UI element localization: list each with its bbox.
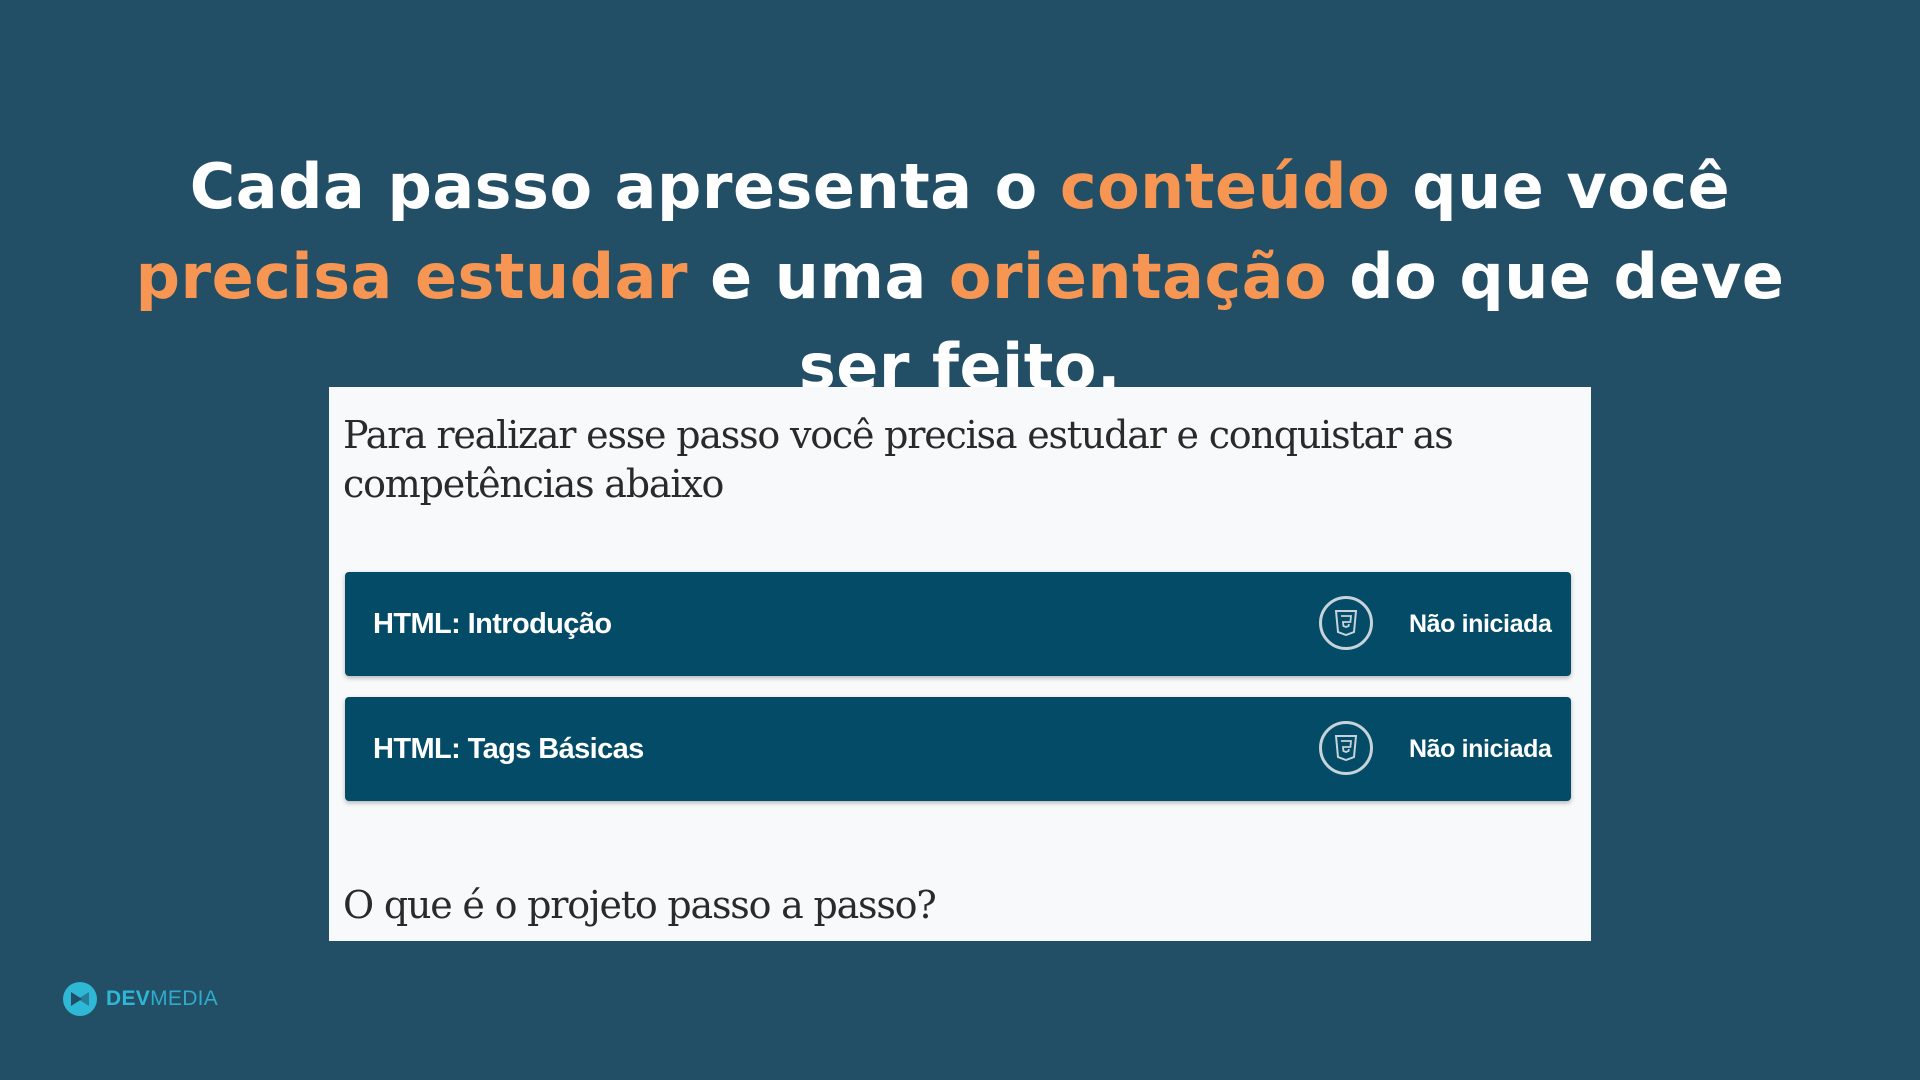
screenshot-panel: Para realizar esse passo você precisa es… xyxy=(329,387,1591,941)
headline-segment: e uma xyxy=(688,239,949,313)
panel-intro-text: Para realizar esse passo você precisa es… xyxy=(343,413,1454,506)
skill-card-html-tags-basicas[interactable]: HTML: Tags Básicas Não iniciada xyxy=(345,697,1571,801)
headline-segment: que você xyxy=(1390,149,1731,223)
headline-highlight: conteúdo xyxy=(1059,149,1391,223)
skill-title: HTML: Tags Básicas xyxy=(373,732,644,765)
devmedia-logo-text: DEVMEDIA xyxy=(106,987,219,1010)
headline-segment: Cada passo apresenta o xyxy=(189,149,1060,223)
skill-status: Não iniciada xyxy=(1409,609,1552,638)
html5-icon xyxy=(1319,721,1373,775)
skill-title: HTML: Introdução xyxy=(373,607,612,640)
html5-icon xyxy=(1319,596,1373,650)
panel-question-heading: O que é o projeto passo a passo? xyxy=(343,883,937,927)
skill-card-html-introducao[interactable]: HTML: Introdução Não iniciada xyxy=(345,572,1571,676)
devmedia-logo-icon xyxy=(63,982,97,1016)
devmedia-logo: DEVMEDIA xyxy=(62,981,218,1017)
headline-highlight: precisa estudar xyxy=(135,239,688,313)
skill-status: Não iniciada xyxy=(1409,734,1552,763)
slide-headline: Cada passo apresenta o conteúdo que você… xyxy=(80,142,1840,412)
headline-highlight: orientação xyxy=(948,239,1328,313)
